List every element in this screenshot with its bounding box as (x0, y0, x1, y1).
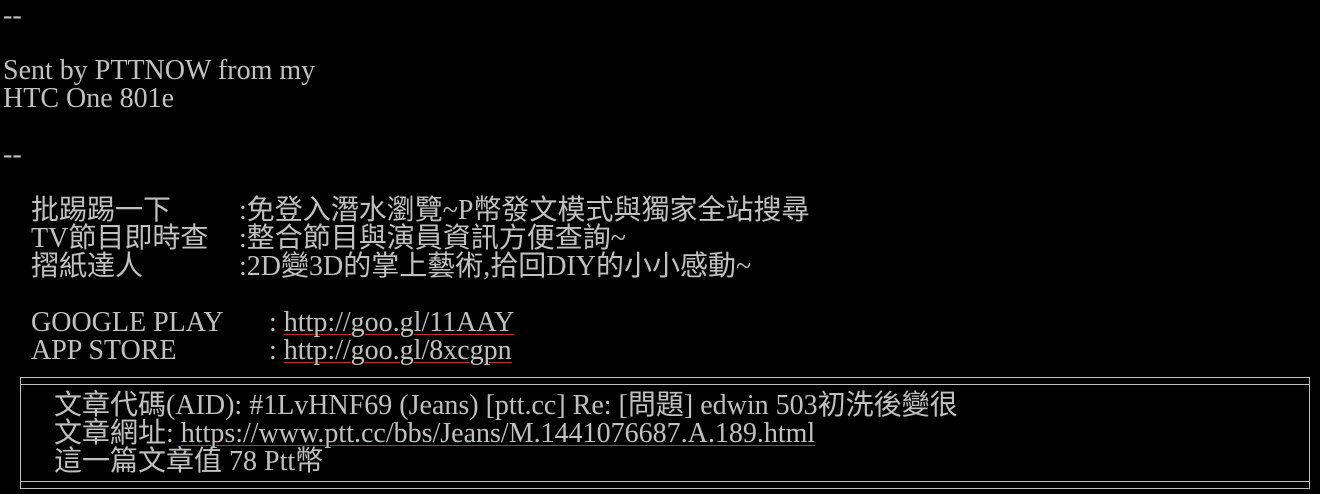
app-store-link[interactable]: http://goo.gl/8xcgpn (284, 335, 512, 366)
article-value-line: 這一篇文章值 78 Ptt幣 (54, 446, 324, 477)
promo-description: 2D變3D的掌上藝術,拾回DIY的小小感動~ (246, 251, 752, 282)
signature-separator-2: -- (3, 139, 22, 170)
promo-line: 批踢踢一下:免登入潛水瀏覽~P幣發文模式與獨家全站搜尋 (3, 169, 810, 225)
signature-separator: -- (3, 0, 22, 31)
store-name: APP STORE (31, 335, 177, 366)
article-aid-line: 文章代碼(AID): #1LvHNF69 (Jeans) [ptt.cc] Re… (54, 390, 958, 421)
store-line-google-play: GOOGLE PLAY: http://goo.gl/11AAY (3, 281, 514, 337)
promo-app-name: 摺紙達人 (31, 251, 144, 282)
device-line: HTC One 801e (3, 83, 175, 114)
store-line-app-store: APP STORE: http://goo.gl/8xcgpn (3, 309, 512, 365)
terminal-screen: -- Sent by PTTNOW from my HTC One 801e -… (0, 0, 1320, 494)
article-url-line: 文章網址: https://www.ptt.cc/bbs/Jeans/M.144… (54, 420, 815, 448)
promo-line: TV節目即時查:整合節目與演員資訊方便查詢~ (3, 197, 626, 253)
promo-colon: : (239, 251, 247, 282)
article-url-link[interactable]: https://www.ptt.cc/bbs/Jeans/M.144107668… (181, 418, 815, 449)
article-url-label: 文章網址: (54, 418, 181, 449)
article-info-box: 文章代碼(AID): #1LvHNF69 (Jeans) [ptt.cc] Re… (20, 377, 1310, 489)
promo-line: 摺紙達人:2D變3D的掌上藝術,拾回DIY的小小感動~ (3, 225, 751, 281)
sent-by-line: Sent by PTTNOW from my (3, 55, 316, 86)
store-colon: : (269, 335, 284, 366)
